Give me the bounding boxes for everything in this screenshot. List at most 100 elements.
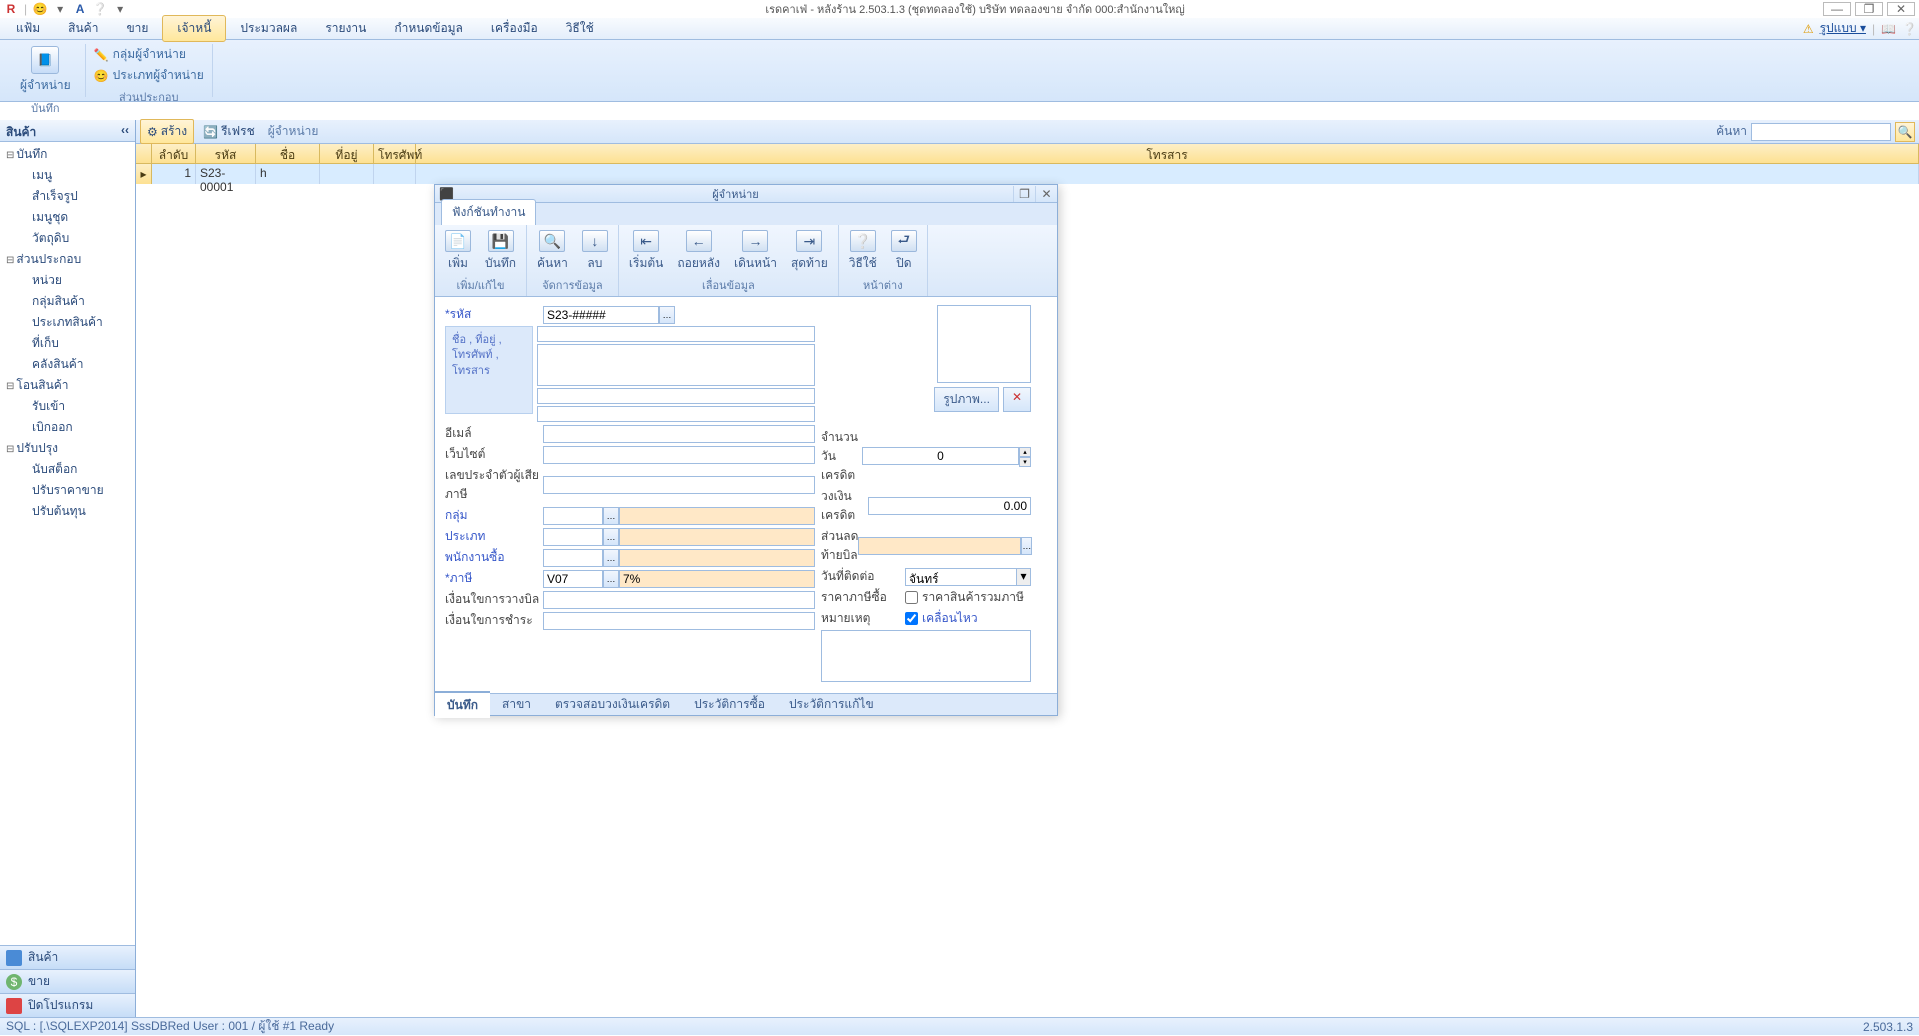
col-seq[interactable]: ลำดับ [152, 144, 196, 163]
outlook-btn-product[interactable]: สินค้า [0, 945, 135, 969]
type-lookup[interactable]: … [603, 528, 619, 546]
col-phone[interactable]: โทรศัพท์ [374, 144, 416, 163]
help-icon[interactable]: ❔ [93, 2, 107, 16]
menu-tools[interactable]: เครื่องมือ [477, 16, 552, 41]
help-icon-2[interactable]: ❔ [1902, 22, 1917, 36]
ribbon-btn-ค้นหา[interactable]: 🔍ค้นหา [531, 227, 574, 276]
tab-purchase-history[interactable]: ประวัติการซื้อ [682, 692, 777, 717]
menu-file[interactable]: แฟ้ม [2, 16, 54, 41]
outlook-btn-close[interactable]: ปิดโปรแกรม [0, 993, 135, 1017]
menu-process[interactable]: ประมวลผล [226, 16, 311, 41]
remark-textarea[interactable] [821, 630, 1031, 682]
phone-input[interactable] [537, 388, 815, 404]
tree-node[interactable]: กลุ่มสินค้า [2, 291, 133, 312]
close-btn[interactable]: ✕ [1887, 2, 1915, 16]
buyer-lookup[interactable]: … [603, 549, 619, 567]
ribbon-vendor-btn[interactable]: 📘 ผู้จำหน่าย [14, 44, 77, 97]
ribbon-vendor-group[interactable]: ✏️กลุ่มผู้จำหน่าย [94, 44, 204, 65]
ribbon-btn-วิธีใช้[interactable]: ❔วิธีใช้ [843, 227, 883, 276]
ribbon-btn-บันทึก[interactable]: 💾บันทึก [479, 227, 522, 276]
tree-node[interactable]: บันทึก [2, 144, 133, 165]
image-btn[interactable]: รูปภาพ... [934, 387, 999, 412]
taxid-input[interactable] [543, 476, 815, 494]
col-address[interactable]: ที่อยู่ [320, 144, 374, 163]
tax-lookup[interactable]: … [603, 570, 619, 588]
buyer-code-input[interactable] [543, 549, 603, 567]
credit-limit-input[interactable] [868, 497, 1031, 515]
pay-input[interactable] [543, 612, 815, 630]
credit-days-spinner[interactable]: ▴▾ [862, 447, 1031, 467]
group-code-input[interactable] [543, 507, 603, 525]
tab-branch[interactable]: สาขา [490, 692, 543, 717]
dropdown-icon-2[interactable]: ▾ [113, 2, 127, 16]
contact-day-combo[interactable]: จันทร์▾ [905, 568, 1031, 586]
group-lookup[interactable]: … [603, 507, 619, 525]
tree-node[interactable]: ประเภทสินค้า [2, 312, 133, 333]
menu-product[interactable]: สินค้า [54, 16, 112, 41]
book-icon[interactable]: 📖 [1881, 22, 1896, 36]
grid-row[interactable]: ▸ 1 S23-00001 h [136, 164, 1919, 184]
ribbon-btn-เริ่มต้น[interactable]: ⇤เริ่มต้น [623, 227, 669, 276]
tax-code-input[interactable] [543, 570, 603, 588]
menu-creditor[interactable]: เจ้าหนี้ [162, 15, 226, 42]
bill-discount-input[interactable] [858, 537, 1021, 555]
style-link[interactable]: รูปแบบ ▾ [1820, 19, 1866, 38]
maximize-btn[interactable]: ❐ [1855, 2, 1883, 16]
ribbon-btn-เพิ่ม[interactable]: 📄เพิ่ม [439, 227, 477, 276]
tree-node[interactable]: เบิกออก [2, 417, 133, 438]
dialog-maximize[interactable]: ❐ [1013, 186, 1035, 202]
code-input[interactable] [543, 306, 659, 324]
address-input[interactable] [537, 344, 815, 386]
type-code-input[interactable] [543, 528, 603, 546]
chevron-down-icon[interactable]: ▾ [1016, 569, 1030, 585]
tree-node[interactable]: ปรับปรุง [2, 438, 133, 459]
minimize-btn[interactable]: — [1823, 2, 1851, 16]
col-code[interactable]: รหัส [196, 144, 256, 163]
website-input[interactable] [543, 446, 815, 464]
email-input[interactable] [543, 425, 815, 443]
price-incl-check[interactable]: ราคาสินค้ารวมภาษี [905, 588, 1024, 607]
code-lookup[interactable]: … [659, 306, 675, 324]
active-check[interactable]: เคลื่อนไหว [905, 609, 978, 628]
tab-save[interactable]: บันทึก [435, 691, 490, 718]
tree-node[interactable]: ส่วนประกอบ [2, 249, 133, 270]
search-input[interactable] [1751, 123, 1891, 141]
tree-node[interactable]: หน่วย [2, 270, 133, 291]
tab-credit-check[interactable]: ตรวจสอบวงเงินเครดิต [543, 692, 682, 717]
ribbon-btn-ลบ[interactable]: ↓ลบ [576, 227, 614, 276]
tree-node[interactable]: เมนูชุด [2, 207, 133, 228]
tree-node[interactable]: วัตถุดิบ [2, 228, 133, 249]
ribbon-btn-ถอยหลัง[interactable]: ←ถอยหลัง [671, 227, 726, 276]
dialog-close[interactable]: ✕ [1035, 186, 1057, 202]
menu-config[interactable]: กำหนดข้อมูล [380, 16, 477, 41]
tree-node[interactable]: โอนสินค้า [2, 375, 133, 396]
ribbon-btn-ปิด[interactable]: ⮐ปิด [885, 227, 923, 276]
menu-report[interactable]: รายงาน [311, 16, 380, 41]
dialog-tab-functions[interactable]: ฟังก์ชันทำงาน [441, 199, 536, 225]
ribbon-vendor-type[interactable]: 😊ประเภทผู้จำหน่าย [94, 65, 204, 86]
chevron-left-icon[interactable]: ‹‹ [121, 123, 129, 138]
menu-help[interactable]: วิธีใช้ [552, 16, 608, 41]
create-btn[interactable]: ⚙สร้าง [140, 119, 194, 144]
warning-icon[interactable]: ⚠ [1803, 22, 1814, 36]
emoji-icon[interactable]: 😊 [33, 2, 47, 16]
menu-sale[interactable]: ขาย [112, 16, 162, 41]
name-input[interactable] [537, 326, 815, 342]
outlook-btn-sale[interactable]: $ขาย [0, 969, 135, 993]
deposit-input[interactable] [543, 591, 815, 609]
col-name[interactable]: ชื่อ [256, 144, 320, 163]
tree-node[interactable]: รับเข้า [2, 396, 133, 417]
tree-node[interactable]: ปรับต้นทุน [2, 501, 133, 522]
fax-input[interactable] [537, 406, 815, 422]
tree-node[interactable]: สำเร็จรูป [2, 186, 133, 207]
tree-node[interactable]: เมนู [2, 165, 133, 186]
font-icon[interactable]: A [73, 2, 87, 16]
image-delete-btn[interactable]: ✕ [1003, 387, 1031, 412]
tab-edit-history[interactable]: ประวัติการแก้ไข [777, 692, 886, 717]
col-fax[interactable]: โทรสาร [416, 144, 1919, 163]
tree-node[interactable]: คลังสินค้า [2, 354, 133, 375]
ribbon-btn-เดินหน้า[interactable]: →เดินหน้า [728, 227, 783, 276]
tree-node[interactable]: ที่เก็บ [2, 333, 133, 354]
tree-node[interactable]: นับสต็อก [2, 459, 133, 480]
bill-discount-lookup[interactable]: … [1021, 537, 1032, 555]
